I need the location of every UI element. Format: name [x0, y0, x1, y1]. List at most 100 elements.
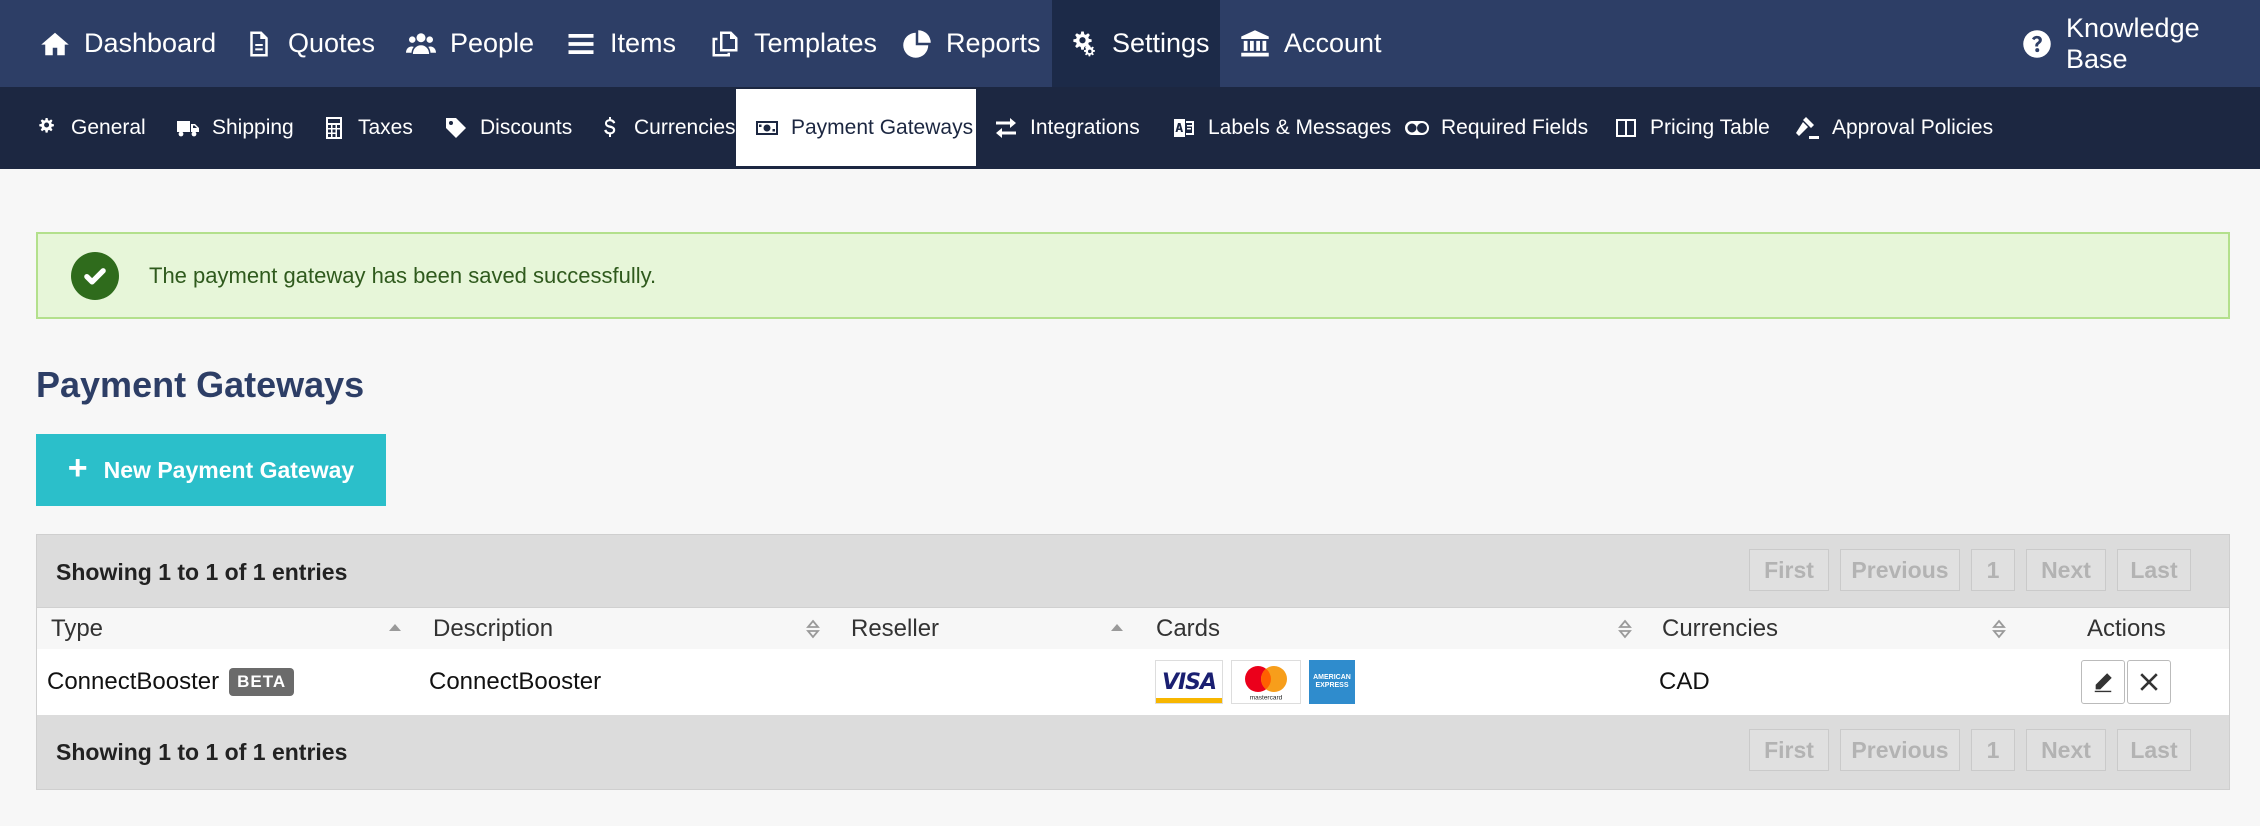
- new-payment-gateway-button[interactable]: + New Payment Gateway: [36, 434, 386, 506]
- amex-card-icon: AMERICAN EXPRESS: [1309, 660, 1355, 704]
- toggle-icon: [1405, 121, 1429, 135]
- col-cards-header[interactable]: Cards: [1156, 608, 1220, 650]
- col-type-header[interactable]: Type: [51, 608, 103, 650]
- subnav-required-fields-label: Required Fields: [1441, 116, 1589, 139]
- plus-icon: +: [67, 448, 88, 487]
- dollar-icon: [604, 117, 616, 137]
- subnav-general-label: General: [71, 116, 146, 139]
- question-circle-icon: [2023, 29, 2051, 58]
- delete-button[interactable]: [2127, 660, 2171, 704]
- subnav-labels-messages[interactable]: Labels & Messages: [1172, 87, 1391, 169]
- sort-asc-icon[interactable]: [1109, 608, 1125, 650]
- language-icon: [1174, 119, 1194, 137]
- subnav-shipping[interactable]: Shipping: [176, 87, 294, 169]
- nav-dashboard[interactable]: Dashboard: [40, 0, 216, 87]
- pager-last-button[interactable]: Last: [2117, 549, 2191, 591]
- gears-icon: [1073, 31, 1095, 56]
- sort-both-icon[interactable]: [1991, 608, 2007, 650]
- tag-icon: [446, 118, 466, 138]
- nav-templates[interactable]: Templates: [710, 0, 877, 87]
- col-reseller-header[interactable]: Reseller: [851, 608, 939, 650]
- sort-asc-icon[interactable]: [387, 608, 403, 650]
- subnav-general[interactable]: General: [35, 87, 146, 169]
- subnav-taxes[interactable]: Taxes: [322, 87, 413, 169]
- edit-button[interactable]: [2081, 660, 2125, 704]
- subnav-shipping-label: Shipping: [212, 116, 294, 139]
- cell-description: ConnectBooster: [429, 668, 602, 695]
- check-circle-icon: [71, 251, 119, 300]
- bank-icon: [1241, 29, 1269, 56]
- subnav-pricing-table[interactable]: Pricing Table: [1614, 87, 1770, 169]
- page-title: Payment Gateways: [36, 364, 365, 405]
- pager-next-button[interactable]: Next: [2026, 549, 2106, 591]
- copy-icon: [712, 31, 738, 56]
- new-payment-gateway-label: New Payment Gateway: [103, 456, 355, 483]
- cell-currencies: CAD: [1659, 668, 1710, 695]
- mastercard-card-icon: mastercard: [1231, 660, 1301, 704]
- truck-icon: [177, 121, 199, 137]
- table-info-bottom: Showing 1 to 1 of 1 entries: [56, 739, 348, 765]
- nav-knowledge-base-label: Knowledge Base: [2066, 12, 2200, 74]
- sort-both-icon[interactable]: [805, 608, 821, 650]
- pie-chart-icon: [903, 29, 931, 58]
- nav-quotes[interactable]: Quotes: [244, 0, 375, 87]
- settings-subnav: General Shipping Taxes Discounts Currenc…: [0, 87, 2260, 169]
- table-info-top: Showing 1 to 1 of 1 entries: [56, 559, 348, 585]
- exchange-icon: [996, 118, 1016, 138]
- col-description-header[interactable]: Description: [433, 608, 553, 650]
- cell-type: ConnectBooster BETA: [47, 649, 295, 715]
- pager-previous-button[interactable]: Previous: [1840, 729, 1960, 771]
- subnav-required-fields[interactable]: Required Fields: [1405, 87, 1588, 169]
- nav-quotes-label: Quotes: [288, 28, 376, 58]
- nav-settings[interactable]: Settings: [1052, 0, 1220, 87]
- subnav-integrations[interactable]: Integrations: [994, 87, 1140, 169]
- pager-last-button[interactable]: Last: [2117, 729, 2191, 771]
- subnav-integrations-label: Integrations: [1030, 116, 1140, 139]
- people-icon: [406, 32, 436, 54]
- nav-items[interactable]: Items: [566, 0, 676, 87]
- subnav-discounts[interactable]: Discounts: [444, 87, 572, 169]
- visa-card-icon: VISA: [1155, 660, 1223, 704]
- list-icon: [568, 33, 594, 54]
- pager-page-button[interactable]: 1: [1971, 549, 2015, 591]
- nav-reports-label: Reports: [946, 28, 1041, 58]
- payment-gateways-table: Showing 1 to 1 of 1 entries First Previo…: [36, 534, 2230, 790]
- gavel-icon: [1796, 117, 1819, 139]
- alert-message: The payment gateway has been saved succe…: [149, 262, 657, 288]
- subnav-discounts-label: Discounts: [480, 116, 573, 139]
- money-icon: [756, 120, 778, 135]
- nav-dashboard-label: Dashboard: [84, 28, 217, 58]
- nav-people-label: People: [450, 28, 535, 58]
- subnav-approval-policies[interactable]: Approval Policies: [1796, 87, 1993, 169]
- pager-next-button[interactable]: Next: [2026, 729, 2106, 771]
- pager-previous-button[interactable]: Previous: [1840, 549, 1960, 591]
- subnav-payment-gateways-label: Payment Gateways: [791, 115, 974, 139]
- subnav-currencies[interactable]: Currencies: [598, 87, 736, 169]
- col-currencies-header[interactable]: Currencies: [1662, 608, 1778, 650]
- subnav-labels-messages-label: Labels & Messages: [1208, 116, 1392, 139]
- pagination-bottom: First Previous 1 Next Last: [1749, 729, 2191, 771]
- pager-page-button[interactable]: 1: [1971, 729, 2015, 771]
- calculator-icon: [326, 117, 342, 139]
- edit-icon: [2094, 673, 2112, 693]
- gateway-type: ConnectBooster: [47, 668, 220, 695]
- nav-account-label: Account: [1284, 28, 1382, 58]
- mastercard-text: mastercard: [1250, 695, 1283, 702]
- nav-knowledge-base[interactable]: Knowledge Base: [2022, 0, 2260, 87]
- pager-first-button[interactable]: First: [1749, 729, 1829, 771]
- cell-cards: VISA mastercard AMERICAN EXPRESS: [1155, 649, 1363, 715]
- visa-text: VISA: [1161, 669, 1217, 695]
- table-header: Type Description Reseller Cards Currenci…: [37, 607, 2229, 649]
- pager-first-button[interactable]: First: [1749, 549, 1829, 591]
- subnav-payment-gateways[interactable]: Payment Gateways: [736, 89, 976, 166]
- nav-reports[interactable]: Reports: [902, 0, 1041, 87]
- sort-both-icon[interactable]: [1617, 608, 1633, 650]
- nav-templates-label: Templates: [754, 28, 878, 58]
- nav-account[interactable]: Account: [1240, 0, 1382, 87]
- nav-settings-label: Settings: [1112, 28, 1210, 58]
- nav-people[interactable]: People: [406, 0, 534, 87]
- subnav-pricing-table-label: Pricing Table: [1650, 116, 1770, 139]
- table-row: ConnectBooster BETA ConnectBooster VISA …: [37, 649, 2229, 715]
- amex-text: AMERICAN EXPRESS: [1313, 674, 1351, 689]
- columns-icon: [1616, 119, 1636, 137]
